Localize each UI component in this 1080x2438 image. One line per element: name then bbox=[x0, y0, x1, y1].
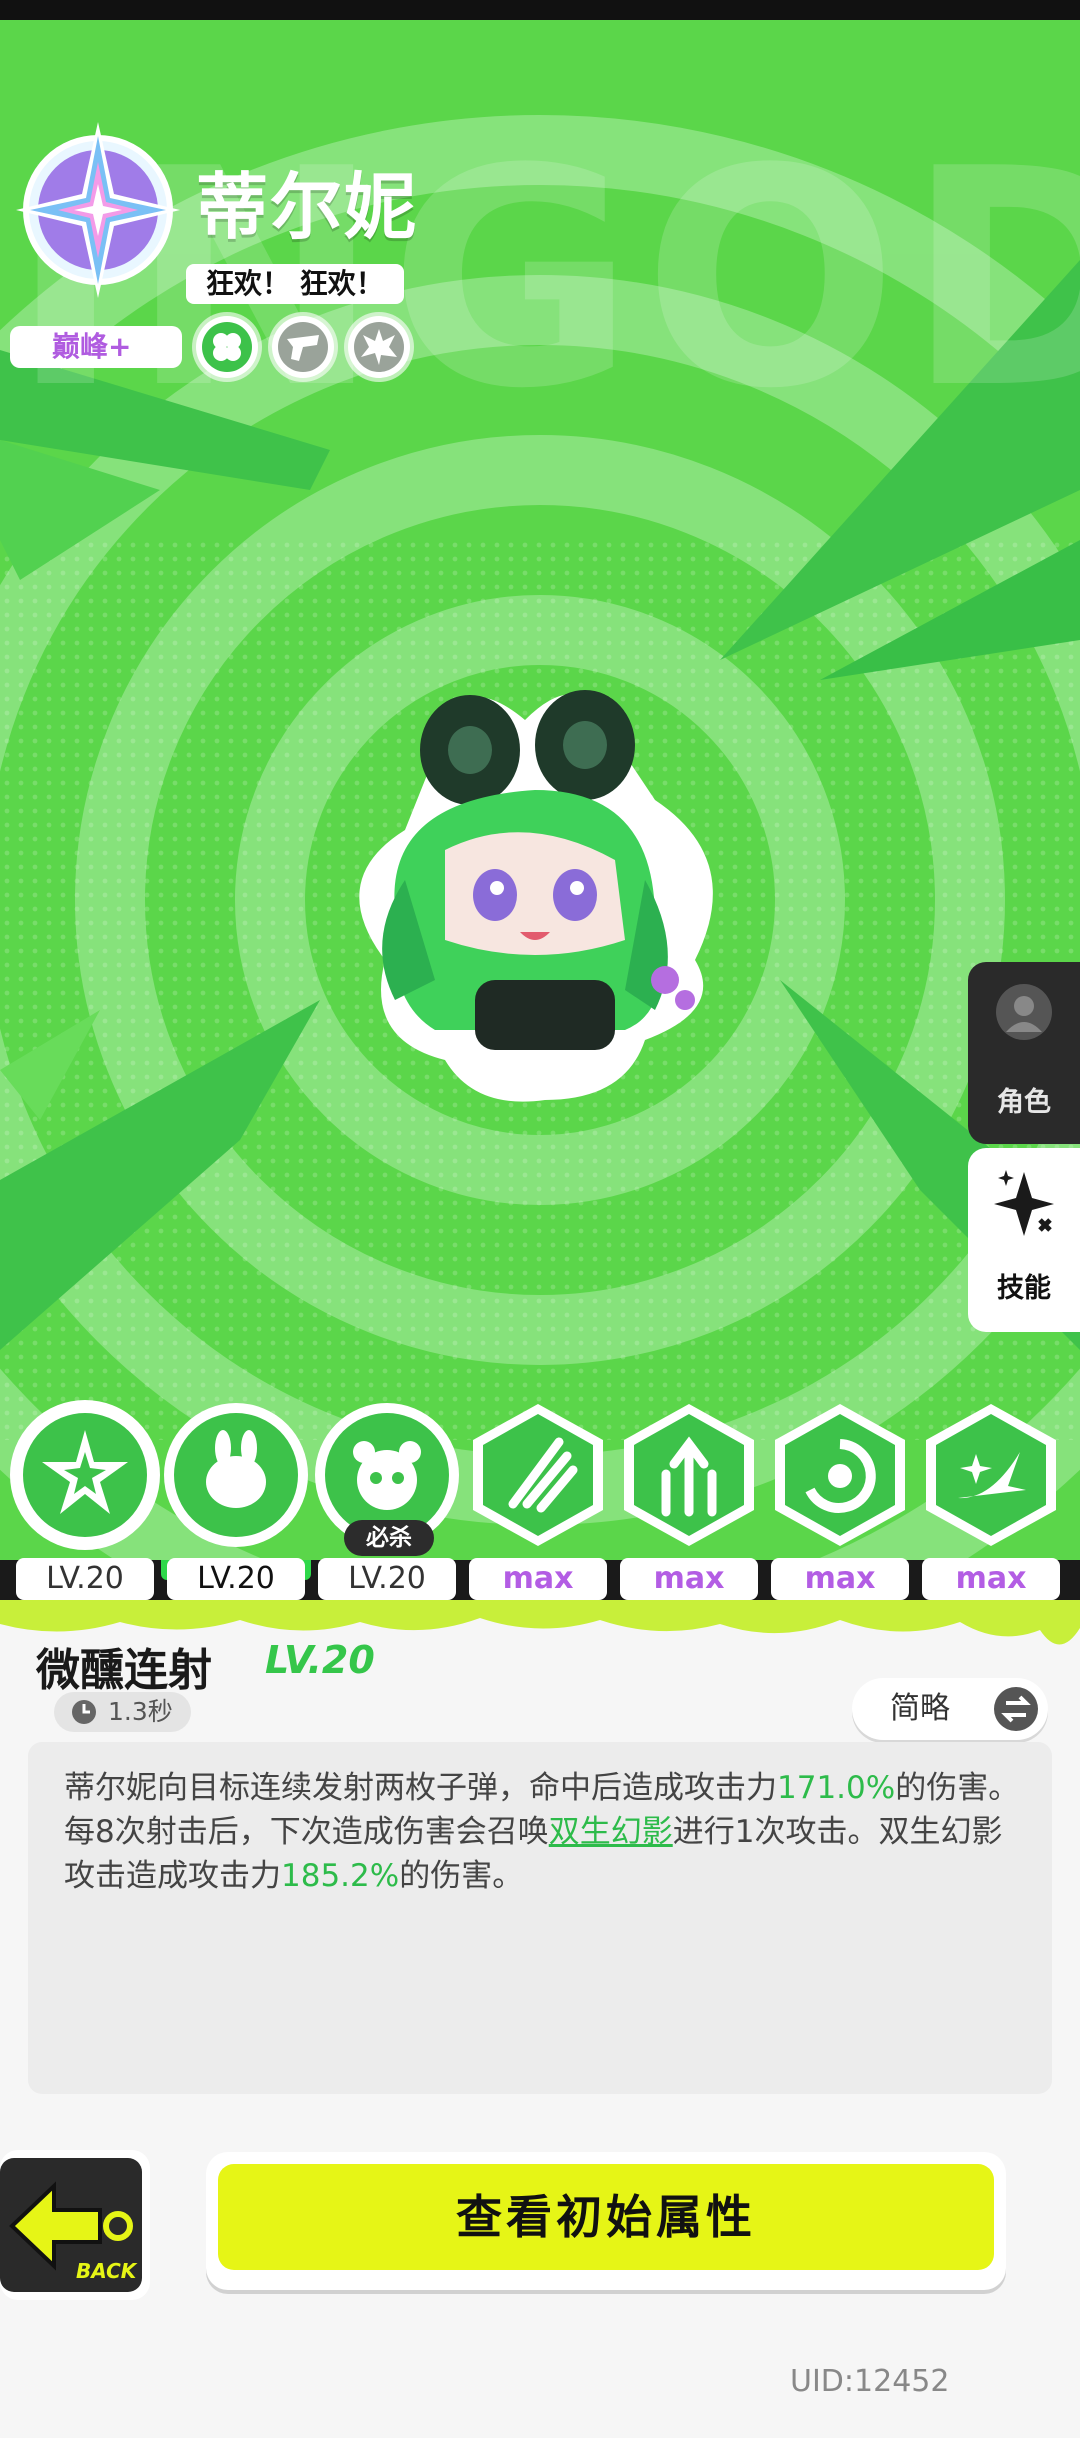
skill-level-chip: max bbox=[469, 1558, 607, 1600]
skill-level-chip: max bbox=[771, 1558, 909, 1600]
skill-description: 蒂尔妮向目标连续发射两枚子弹，命中后造成攻击力171.0%的伤害。每8次射击后，… bbox=[64, 1770, 1020, 1894]
character-hero: INGOD 蒂尔妮 狂欢！ 狂欢！ 巅峰+ 角色 技能 bbox=[0, 20, 1080, 1560]
phantom-link[interactable]: 双生幻影 bbox=[549, 1814, 673, 1850]
attack-value-2: 185.2% bbox=[281, 1858, 400, 1894]
tab-skill-label: 技能 bbox=[997, 1273, 1051, 1304]
cooldown-value: 1.3秒 bbox=[108, 1697, 173, 1726]
clover-icon[interactable] bbox=[196, 316, 258, 378]
sparkle-icon bbox=[994, 1170, 1054, 1236]
brief-label: 简略 bbox=[890, 1691, 950, 1726]
character-portrait bbox=[359, 690, 713, 1102]
user-silhouette-icon bbox=[996, 984, 1052, 1040]
tab-role-label: 角色 bbox=[997, 1087, 1051, 1118]
skill-description-box: 蒂尔妮向目标连续发射两枚子弹，命中后造成攻击力171.0%的伤害。每8次射击后，… bbox=[28, 1742, 1052, 2094]
status-bar bbox=[0, 0, 1080, 20]
character-title: 狂欢！ 狂欢！ bbox=[186, 264, 404, 304]
tab-skill[interactable]: 技能 bbox=[968, 1148, 1080, 1332]
gun-icon[interactable] bbox=[272, 316, 334, 378]
brief-toggle-button[interactable]: 简略 bbox=[852, 1678, 1048, 1740]
cooldown-chip: 1.3秒 bbox=[54, 1692, 191, 1732]
skill-name: 微醺连射 bbox=[36, 1645, 212, 1696]
swap-icon bbox=[994, 1687, 1038, 1731]
tab-role[interactable]: 角色 bbox=[968, 962, 1080, 1144]
ultimate-tag: 必杀 bbox=[344, 1520, 434, 1556]
back-button[interactable]: BACK bbox=[0, 2140, 160, 2310]
comet-skill-icon[interactable] bbox=[916, 1400, 1066, 1550]
view-attributes-button[interactable]: 查看初始属性 bbox=[206, 2152, 1006, 2290]
starburst-skill-icon[interactable] bbox=[10, 1400, 160, 1550]
attack-value-1: 171.0% bbox=[777, 1770, 896, 1806]
swirl-skill-icon[interactable] bbox=[765, 1400, 915, 1550]
skill-screen: INGOD 蒂尔妮 狂欢！ 狂欢！ 巅峰+ 角色 技能 必杀 LV.20 LV.… bbox=[0, 0, 1080, 2438]
svg-text:BACK: BACK bbox=[76, 2259, 138, 2283]
arrows-up-skill-icon[interactable] bbox=[614, 1400, 764, 1550]
skill-detail-panel: 微醺连射 LV.20 1.3秒 简略 蒂尔妮向目标连续发射两枚子弹，命中后造成攻… bbox=[0, 1600, 1080, 2438]
skill-level: LV.20 bbox=[265, 1638, 375, 1682]
skill-level-chip: max bbox=[620, 1558, 758, 1600]
rank-emblem-icon bbox=[16, 122, 180, 298]
claw-skill-icon[interactable] bbox=[463, 1400, 613, 1550]
skill-level-chip: max bbox=[922, 1558, 1060, 1600]
skill-level-chip: LV.20 bbox=[318, 1558, 456, 1600]
view-attributes-label: 查看初始属性 bbox=[218, 2164, 994, 2270]
timer-icon bbox=[72, 1700, 96, 1724]
skill-level-chip: LV.20 bbox=[16, 1558, 154, 1600]
character-name: 蒂尔妮 bbox=[196, 165, 419, 249]
burst-icon[interactable] bbox=[348, 316, 410, 378]
bunny-skill-icon[interactable] bbox=[161, 1400, 311, 1550]
uid-label: UID:12452 bbox=[790, 2364, 950, 2399]
skill-level-chip: LV.20 bbox=[161, 1550, 311, 1600]
rank-badge: 巅峰+ bbox=[10, 326, 182, 368]
